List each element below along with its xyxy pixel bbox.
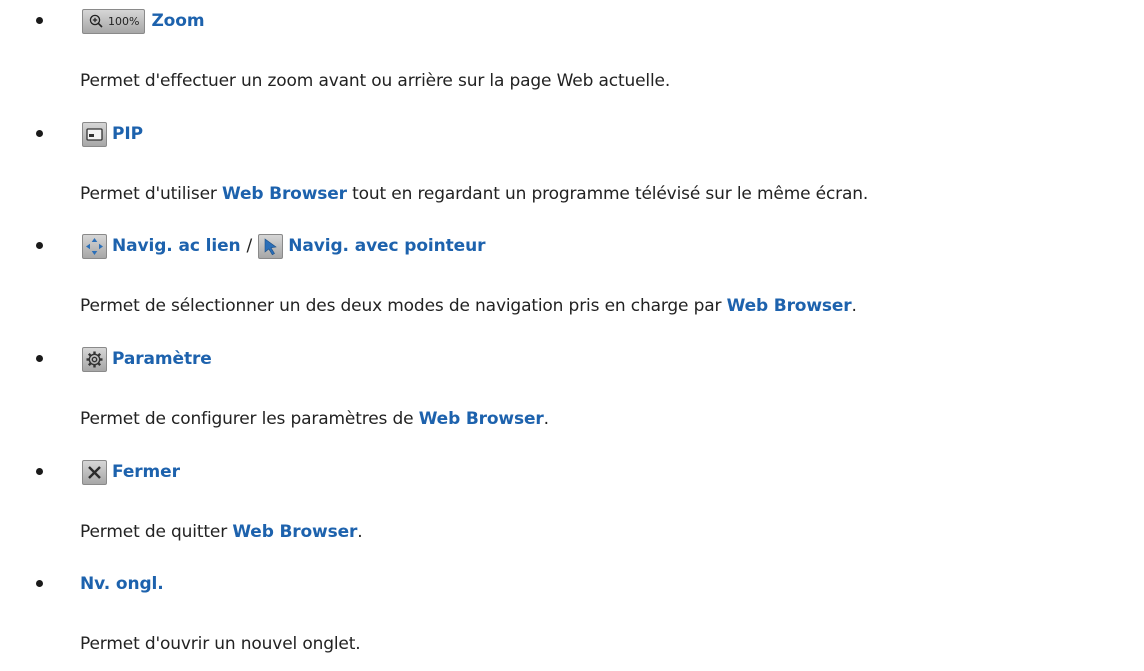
bullet [36, 580, 43, 587]
zoom-in-icon [89, 14, 103, 28]
link-navigation-icon [82, 233, 107, 259]
description-text: Permet de configurer les paramètres de [80, 409, 419, 429]
item-title-pointer-navigation: Navig. avec pointeur [288, 236, 486, 256]
document: 100% Zoom Permet d'effectuer un zoom ava… [0, 0, 1144, 671]
item-description: Permet de quitter Web Browser. [80, 521, 363, 543]
description-text: . [357, 522, 363, 542]
item-title-pip: PIP [112, 124, 143, 144]
pip-icon [82, 121, 107, 147]
zoom-widget: 100% [82, 8, 146, 34]
item-heading: Navig. ac lien / Navig. avec pointeur [82, 229, 486, 263]
description-text: Permet d'effectuer un zoom avant ou arri… [80, 71, 671, 91]
bullet [36, 242, 43, 249]
separator: / [246, 236, 253, 256]
item-heading: Fermer [82, 455, 180, 489]
item-description: Permet d'effectuer un zoom avant ou arri… [80, 70, 670, 92]
description-text: Permet de sélectionner un des deux modes… [80, 296, 727, 316]
item-title-close: Fermer [112, 462, 180, 482]
bullet [36, 355, 43, 362]
bullet [36, 130, 43, 137]
item-description: Permet de sélectionner un des deux modes… [80, 295, 857, 317]
pointer-icon [258, 233, 284, 259]
keyword-web-browser: Web Browser [726, 296, 852, 316]
description-text: Permet de quitter [80, 522, 233, 542]
close-icon [82, 459, 107, 485]
description-text: . [543, 409, 549, 429]
keyword-web-browser: Web Browser [418, 409, 544, 429]
item-description: Permet de configurer les paramètres de W… [80, 408, 549, 430]
description-text: Permet d'utiliser [80, 184, 222, 204]
item-title-settings: Paramètre [112, 349, 212, 369]
description-text: Permet d'ouvrir un nouvel onglet. [80, 634, 361, 654]
item-heading: Paramètre [82, 342, 212, 376]
item-description: Permet d'ouvrir un nouvel onglet. [80, 633, 361, 655]
keyword-web-browser: Web Browser [221, 184, 347, 204]
bullet [36, 468, 43, 475]
item-heading: 100% Zoom [82, 4, 205, 38]
description-text: . [851, 296, 857, 316]
item-title-link-navigation: Navig. ac lien [112, 236, 241, 256]
bullet [36, 17, 43, 24]
gear-icon [82, 346, 107, 372]
item-heading: Nv. ongl. [80, 567, 164, 601]
item-title-zoom: Zoom [151, 11, 205, 31]
zoom-level: 100% [108, 14, 140, 28]
description-text: tout en regardant un programme télévisé … [346, 184, 869, 204]
keyword-web-browser: Web Browser [232, 522, 358, 542]
item-heading: PIP [82, 117, 143, 151]
item-title-new-tab: Nv. ongl. [80, 574, 164, 594]
item-description: Permet d'utiliser Web Browser tout en re… [80, 183, 868, 205]
